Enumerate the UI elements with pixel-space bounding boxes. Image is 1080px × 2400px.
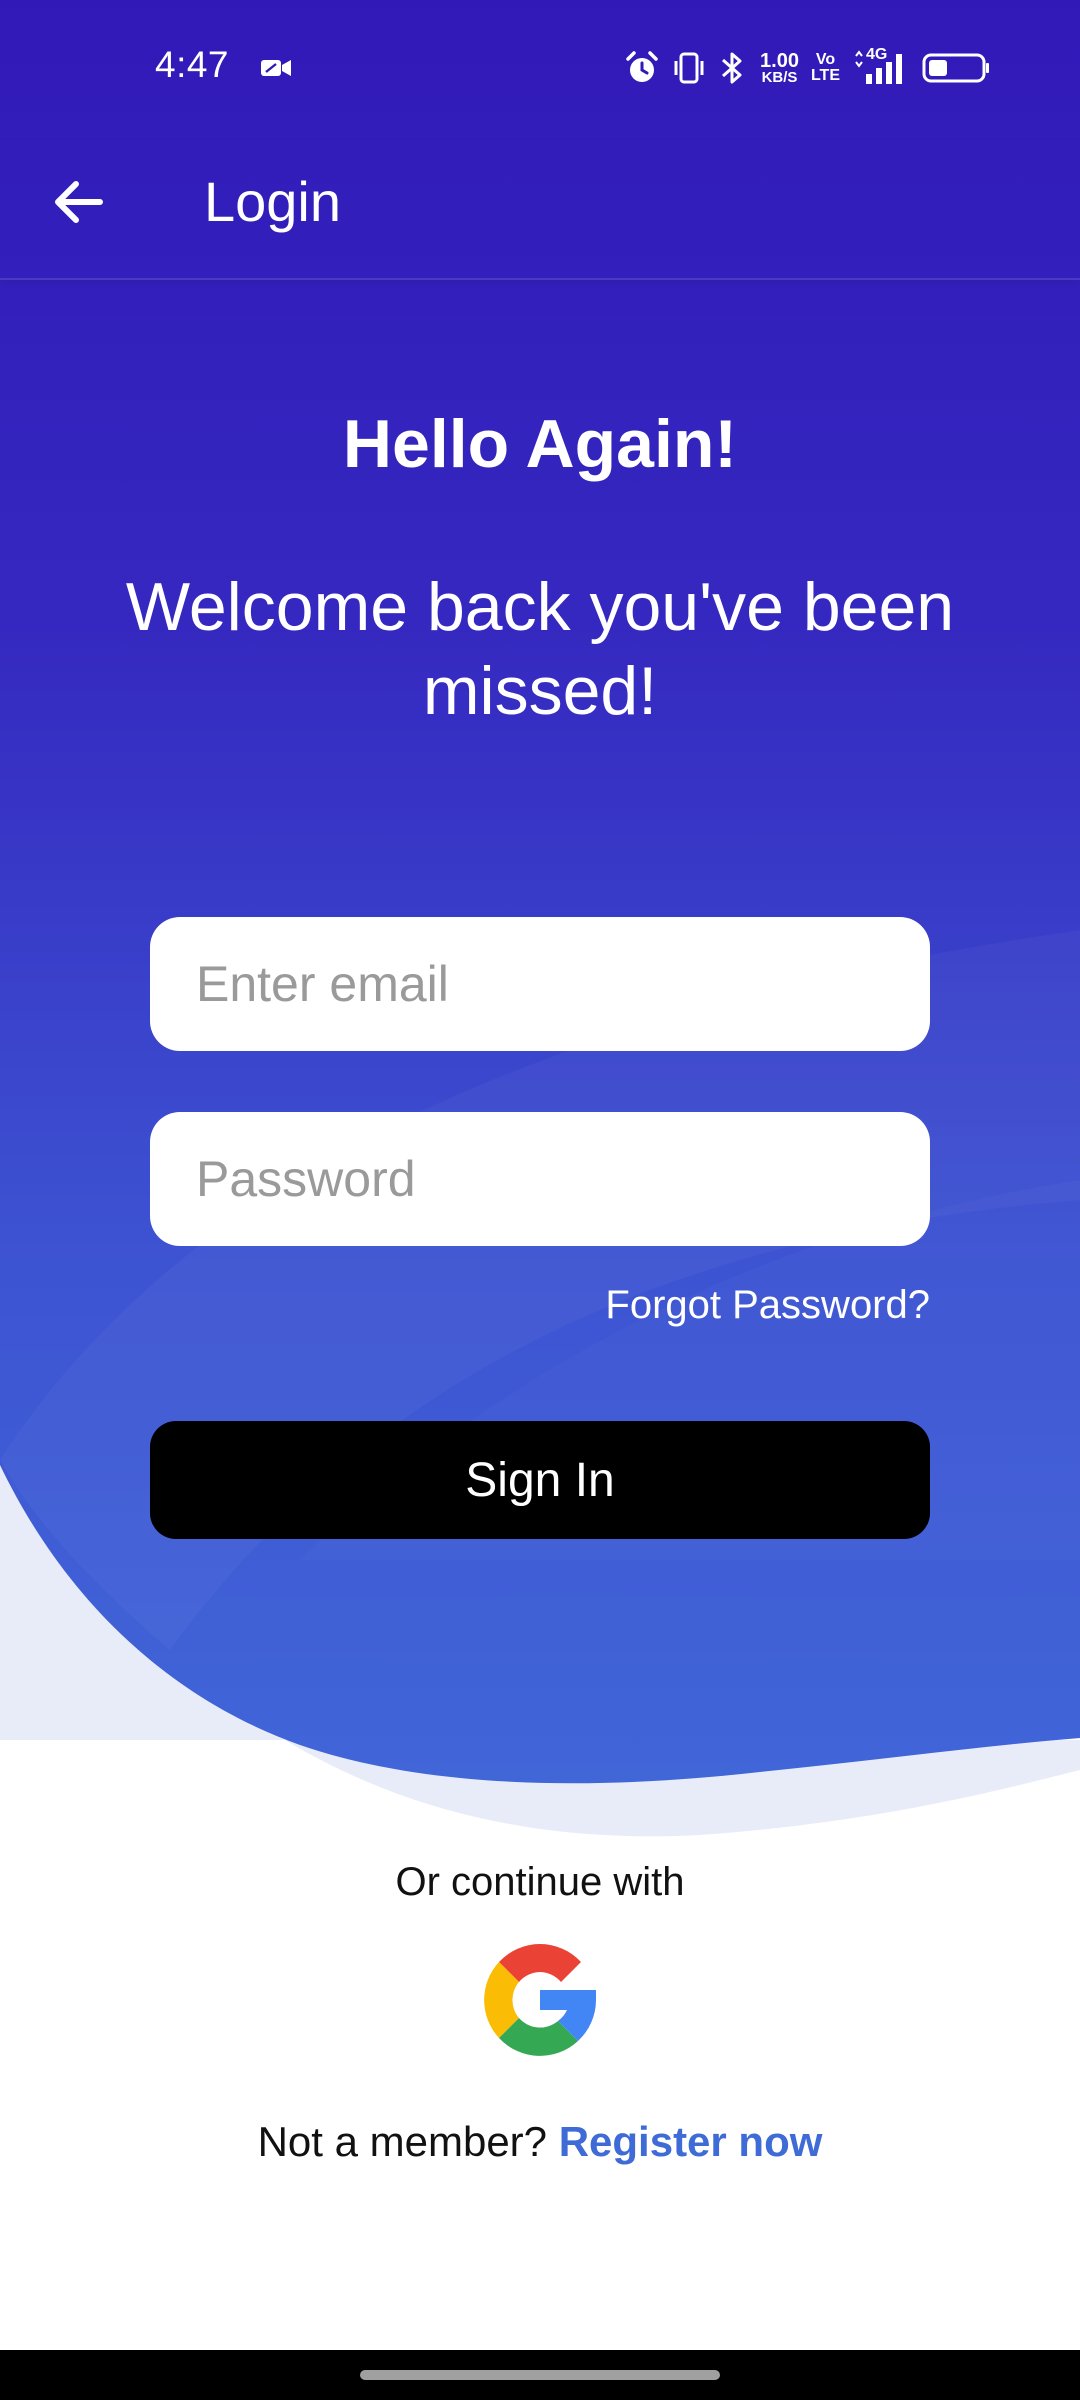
volte-indicator: Vo LTE: [810, 51, 840, 84]
greeting-subtitle: Welcome back you've been missed!: [125, 569, 955, 729]
status-bar: 4:47 1.00 KB/S Vo LTE 4G: [0, 0, 1080, 140]
greeting-title: Hello Again!: [342, 406, 738, 482]
email-input[interactable]: [150, 917, 930, 1051]
password-input[interactable]: [150, 1112, 930, 1246]
bluetooth-icon: [722, 52, 742, 84]
google-logo-icon[interactable]: [478, 1938, 602, 2062]
vibrate-icon: [674, 52, 704, 84]
status-time: 4:47: [155, 44, 230, 85]
arrow-left-icon: [55, 181, 103, 223]
video-camera-icon: [261, 60, 291, 76]
login-screen: 4:47 1.00 KB/S Vo LTE 4G Login Hello Aga…: [0, 0, 1080, 2400]
status-icons: 1.00 KB/S Vo LTE 4G: [624, 46, 990, 90]
sign-in-button[interactable]: Sign In: [150, 1421, 930, 1539]
register-prompt: Not a member? Register now: [0, 2118, 1080, 2166]
page-title: Login: [204, 170, 342, 233]
alarm-icon: [626, 51, 658, 82]
register-now-link[interactable]: Register now: [559, 2118, 823, 2165]
forgot-password-link[interactable]: Forgot Password?: [605, 1283, 930, 1328]
continue-with-label: Or continue with: [395, 1860, 685, 1904]
home-gesture-handle[interactable]: [360, 2370, 720, 2380]
signal-icon: 4G: [852, 46, 910, 88]
register-prompt-text: Not a member?: [257, 2118, 548, 2165]
app-bar: Login: [0, 140, 1080, 280]
network-speed: 1.00 KB/S: [760, 49, 799, 86]
back-button[interactable]: [40, 164, 116, 240]
battery-icon: [922, 53, 989, 83]
